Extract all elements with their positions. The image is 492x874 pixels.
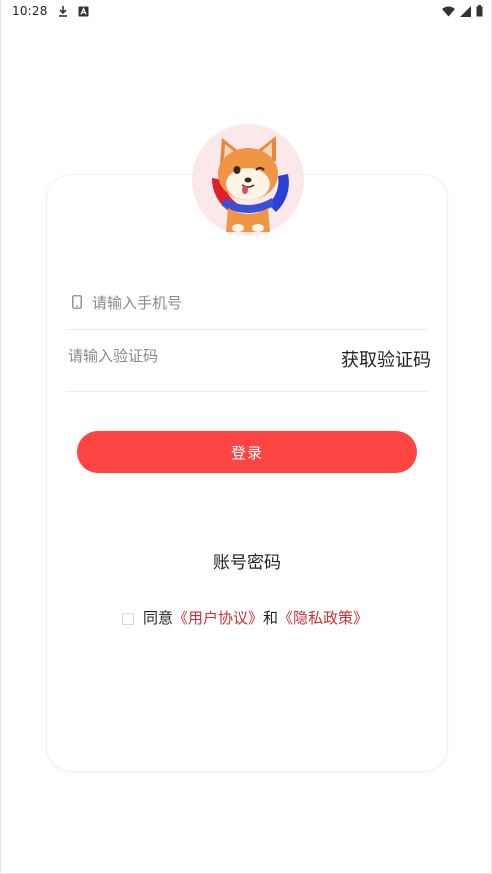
- code-input-row: 获取验证码: [66, 330, 431, 392]
- verification-code-input[interactable]: [68, 344, 318, 368]
- mascot-avatar: [192, 124, 304, 236]
- shiba-dog-icon: [192, 124, 304, 236]
- download-icon: [58, 5, 68, 17]
- wifi-icon: [442, 6, 455, 17]
- status-bar: 10:28: [1, 0, 492, 22]
- get-code-button[interactable]: 获取验证码: [341, 347, 431, 375]
- phone-input-row: [66, 283, 428, 330]
- status-left: 10:28: [12, 4, 89, 18]
- a-box-icon: [78, 6, 89, 17]
- phone-input[interactable]: [92, 291, 412, 315]
- login-card: [47, 175, 447, 771]
- agreement-conjunction: 和: [263, 609, 279, 627]
- battery-icon: [476, 5, 483, 17]
- signal-icon: [460, 5, 471, 17]
- privacy-policy-link[interactable]: 《隐私政策》: [278, 607, 368, 628]
- agreement-row: 同意 《用户协议》 和 《隐私政策》: [122, 607, 368, 628]
- user-agreement-link[interactable]: 《用户协议》: [173, 607, 263, 628]
- status-right: [442, 5, 483, 17]
- status-time: 10:28: [12, 4, 48, 18]
- login-button[interactable]: 登录: [77, 431, 417, 473]
- agreement-checkbox[interactable]: [122, 612, 134, 625]
- phone-icon: [72, 294, 86, 312]
- agreement-prefix: 同意: [143, 609, 174, 627]
- account-password-login-link[interactable]: 账号密码: [1, 548, 492, 573]
